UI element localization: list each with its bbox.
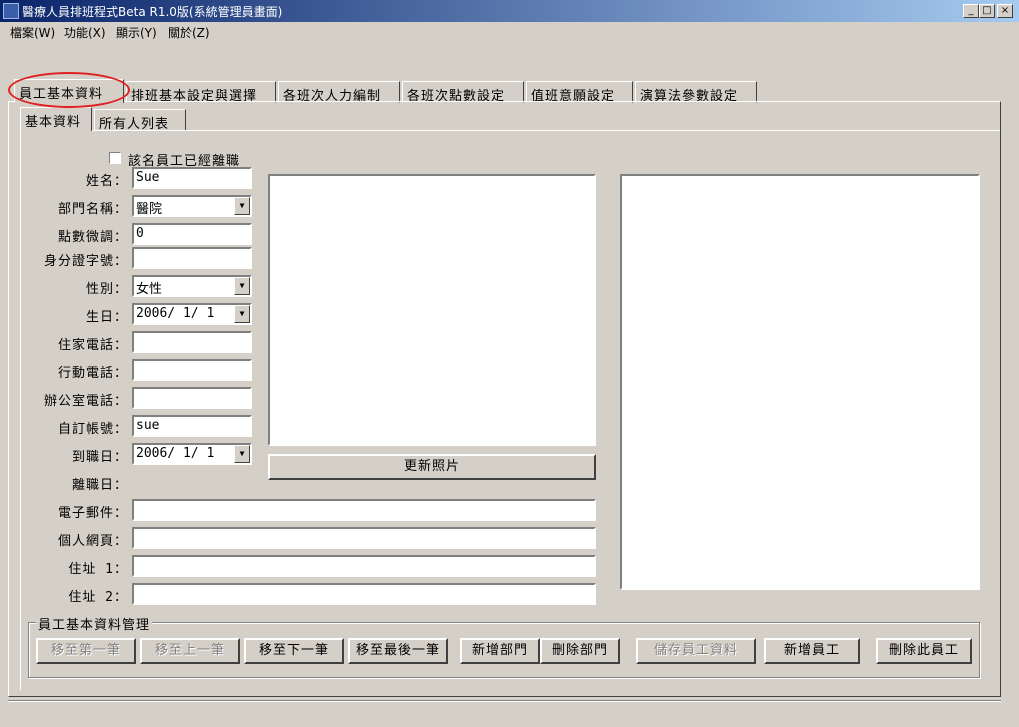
birthday-label: 生日： xyxy=(85,310,128,325)
management-group-label: 員工基本資料管理 xyxy=(36,614,153,633)
name-label: 姓名： xyxy=(85,174,128,189)
photo-box xyxy=(268,174,596,446)
tab-algorithm-params[interactable]: 演算法參數設定 xyxy=(635,81,757,104)
address2-input[interactable] xyxy=(132,583,596,605)
home-phone-input[interactable] xyxy=(132,331,252,353)
dept-select-value: 醫院 xyxy=(136,202,163,217)
resigned-checkbox[interactable] xyxy=(109,152,121,164)
office-phone-input[interactable] xyxy=(132,387,252,409)
points-input[interactable]: 0 xyxy=(132,223,252,245)
gender-select-value: 女性 xyxy=(136,282,163,297)
first-record-button[interactable]: 移至第一筆 xyxy=(36,638,136,664)
hire-date-value: 2006/ 1/ 1 xyxy=(136,446,215,461)
minimize-button[interactable]: _ xyxy=(963,4,979,18)
tab-shift-staffing[interactable]: 各班次人力編制 xyxy=(278,81,400,104)
homepage-input[interactable] xyxy=(132,527,596,549)
delete-dept-button[interactable]: 刪除部門 xyxy=(540,638,620,664)
points-label: 點數微調： xyxy=(57,230,128,245)
prev-record-button[interactable]: 移至上一筆 xyxy=(140,638,240,664)
hire-date-picker[interactable]: 2006/ 1/ 1 ▼ xyxy=(132,443,252,465)
address1-input[interactable] xyxy=(132,555,596,577)
gender-label: 性別： xyxy=(85,282,128,297)
account-input[interactable]: sue xyxy=(132,415,252,437)
menu-about[interactable]: 關於(Z) xyxy=(168,24,210,41)
name-input[interactable]: Sue xyxy=(132,167,252,189)
id-input[interactable] xyxy=(132,247,252,269)
add-dept-button[interactable]: 新增部門 xyxy=(460,638,540,664)
chevron-down-icon[interactable]: ▼ xyxy=(234,305,250,323)
subtab-basic-info[interactable]: 基本資料 xyxy=(20,107,92,131)
email-input[interactable] xyxy=(132,499,596,521)
id-label: 身分證字號： xyxy=(43,254,128,269)
menu-function[interactable]: 功能(X) xyxy=(64,24,106,41)
save-employee-button[interactable]: 儲存員工資料 xyxy=(636,638,756,664)
status-divider xyxy=(8,700,1001,702)
mobile-label: 行動電話： xyxy=(57,366,128,381)
chevron-down-icon[interactable]: ▼ xyxy=(234,445,250,463)
delete-employee-button[interactable]: 刪除此員工 xyxy=(876,638,972,664)
subtab-all-people[interactable]: 所有人列表 xyxy=(94,109,186,132)
maximize-button[interactable]: □ xyxy=(979,4,995,18)
home-phone-label: 住家電話： xyxy=(57,338,128,353)
chevron-down-icon[interactable]: ▼ xyxy=(234,277,250,295)
dept-select[interactable]: 醫院 ▼ xyxy=(132,195,252,217)
last-record-button[interactable]: 移至最後一筆 xyxy=(348,638,448,664)
tab-schedule-settings[interactable]: 排班基本設定與選擇 xyxy=(126,81,276,104)
close-button[interactable]: × xyxy=(997,4,1013,18)
window-title: 醫療人員排班程式Beta R1.0版(系統管理員畫面) xyxy=(22,5,283,19)
title-bar: 醫療人員排班程式Beta R1.0版(系統管理員畫面) _ □ × xyxy=(0,0,1019,22)
dept-label: 部門名稱： xyxy=(57,202,128,217)
menu-view[interactable]: 顯示(Y) xyxy=(116,24,157,41)
office-phone-label: 辦公室電話： xyxy=(43,394,128,409)
menu-file[interactable]: 檔案(W) xyxy=(10,24,55,41)
add-employee-button[interactable]: 新增員工 xyxy=(764,638,860,664)
chevron-down-icon[interactable]: ▼ xyxy=(234,197,250,215)
next-record-button[interactable]: 移至下一筆 xyxy=(244,638,344,664)
menu-bar: 檔案(W) 功能(X) 顯示(Y) 關於(Z) xyxy=(0,22,1019,42)
hire-date-label: 到職日： xyxy=(71,450,128,465)
mobile-input[interactable] xyxy=(132,359,252,381)
leave-date-label: 離職日： xyxy=(71,478,128,493)
app-icon xyxy=(3,3,19,19)
homepage-label: 個人網頁： xyxy=(57,534,128,549)
update-photo-button[interactable]: 更新照片 xyxy=(268,454,596,480)
address2-label: 住址 2： xyxy=(68,590,128,605)
birthday-picker[interactable]: 2006/ 1/ 1 ▼ xyxy=(132,303,252,325)
highlight-circle xyxy=(8,72,130,108)
tab-shift-points[interactable]: 各班次點數設定 xyxy=(402,81,524,104)
gender-select[interactable]: 女性 ▼ xyxy=(132,275,252,297)
email-label: 電子郵件： xyxy=(57,506,128,521)
tab-duty-preference[interactable]: 值班意願設定 xyxy=(526,81,633,104)
info-panel xyxy=(620,174,980,590)
address1-label: 住址 1： xyxy=(68,562,128,577)
birthday-value: 2006/ 1/ 1 xyxy=(136,306,215,321)
account-label: 自訂帳號： xyxy=(57,422,128,437)
